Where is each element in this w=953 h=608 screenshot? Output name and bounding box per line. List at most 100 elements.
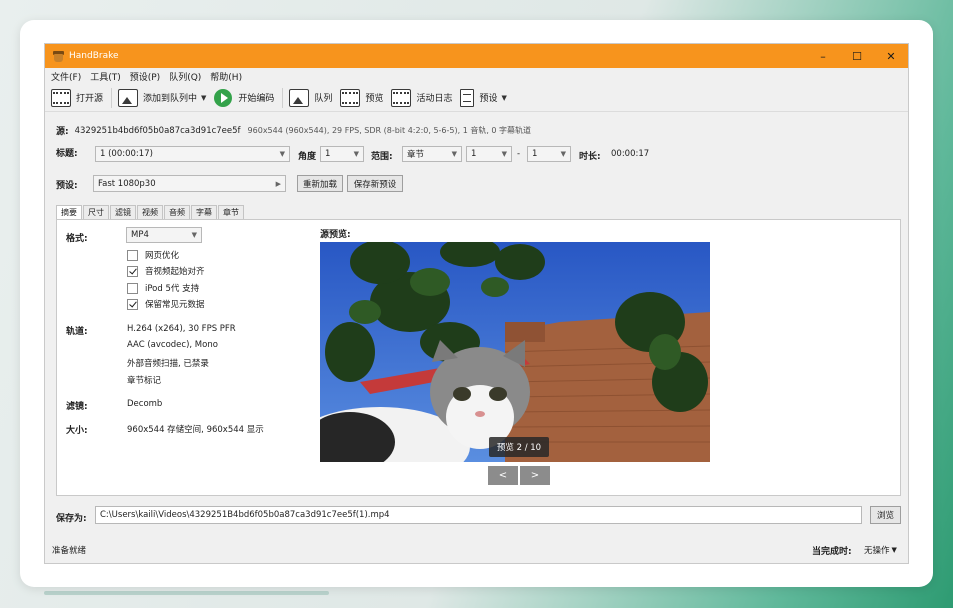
maximize-button[interactable]: ☐ [840, 44, 874, 68]
tab-chapters[interactable]: 章节 [218, 205, 244, 219]
add-queue-icon [118, 88, 139, 107]
menu-help[interactable]: 帮助(H) [210, 70, 242, 83]
tab-audio[interactable]: 音频 [164, 205, 190, 219]
chevron-down-icon: ▼ [560, 150, 566, 158]
duration-value: 00:00:17 [611, 149, 650, 159]
tab-filters[interactable]: 滤镜 [110, 205, 136, 219]
queue-button[interactable]: 队列 [289, 88, 332, 107]
option-web-optimized[interactable]: 网页优化 [127, 249, 179, 261]
size-label: 大小: [66, 426, 88, 436]
preset-select-value: Fast 1080p30 [98, 178, 156, 189]
save-new-preset-button[interactable]: 保存新预设 [347, 175, 403, 192]
add-to-queue-button[interactable]: 添加到队列中 ▼ [118, 88, 206, 107]
angle-select[interactable]: 1 ▼ [320, 146, 364, 162]
preview-film-icon [340, 88, 361, 107]
preview-next-button[interactable]: > [520, 466, 550, 485]
angle-select-value: 1 [325, 149, 331, 159]
toolbar-separator [111, 87, 113, 108]
preset-select[interactable]: Fast 1080p30 ▶ [93, 175, 286, 192]
when-done-dropdown[interactable]: 无操作 ▼ [864, 544, 897, 556]
save-path-value: C:\Users\kaili\Videos\4329251B4bd6f05b0a… [100, 510, 390, 520]
align-av-checkbox[interactable] [127, 265, 138, 277]
browse-button[interactable]: 浏览 [870, 506, 901, 524]
option-align-av[interactable]: 音视频起始对齐 [127, 265, 205, 277]
preview-prev-button[interactable]: < [488, 466, 518, 485]
chevron-down-icon: ▼ [353, 150, 359, 158]
title-select[interactable]: 1 (00:00:17) ▼ [95, 146, 290, 162]
format-select-value: MP4 [131, 230, 149, 240]
preview-button[interactable]: 预览 [340, 88, 383, 107]
format-label: 格式: [66, 234, 88, 244]
title-select-value: 1 (00:00:17) [100, 149, 153, 159]
chevron-down-icon: ▼ [279, 150, 285, 158]
track-chapters: 章节标记 [127, 376, 162, 386]
chevron-down-icon: ▼ [891, 546, 897, 554]
track-audio: AAC (avcodec), Mono [127, 340, 218, 350]
chevron-down-icon[interactable]: ▼ [201, 94, 206, 102]
filters-label: 滤镜: [66, 402, 88, 412]
source-preview-label: 源预览: [320, 230, 351, 240]
filters-value: Decomb [127, 399, 163, 409]
title-row: 标题: [56, 146, 78, 159]
title-bar[interactable]: HandBrake – ☐ ✕ [45, 44, 908, 68]
activity-log-icon [391, 88, 412, 107]
range-start-select[interactable]: 1 ▼ [466, 146, 512, 162]
menu-tools[interactable]: 工具(T) [90, 70, 121, 83]
preview-illustration [320, 242, 710, 462]
option-ipod-support[interactable]: iPod 5代 支持 [127, 282, 199, 294]
range-start-value: 1 [471, 149, 477, 159]
chevron-down-icon: ▼ [501, 93, 507, 102]
close-button[interactable]: ✕ [874, 44, 908, 68]
tab-summary[interactable]: 摘要 [56, 205, 82, 220]
when-done-value: 无操作 [864, 546, 890, 556]
keep-metadata-label: 保留常见元数据 [145, 300, 205, 310]
keep-metadata-checkbox[interactable] [127, 298, 138, 310]
toolbar-separator [282, 87, 284, 108]
menu-queue[interactable]: 队列(Q) [169, 70, 201, 83]
tab-subtitles[interactable]: 字幕 [191, 205, 217, 219]
save-path-input[interactable]: C:\Users\kaili\Videos\4329251B4bd6f05b0a… [95, 506, 862, 524]
minimize-button[interactable]: – [806, 44, 840, 68]
range-end-value: 1 [532, 149, 538, 159]
range-dash: - [517, 149, 521, 159]
reload-preset-button[interactable]: 重新加载 [297, 175, 343, 192]
presets-button[interactable]: 预设 ▼ [460, 88, 507, 107]
chevron-down-icon: ▼ [501, 150, 507, 158]
start-encode-button[interactable]: 开始编码 [214, 88, 274, 107]
queue-icon [289, 88, 310, 107]
align-av-label: 音视频起始对齐 [145, 267, 205, 277]
option-keep-metadata[interactable]: 保留常见元数据 [127, 298, 205, 310]
source-preview-image[interactable] [320, 242, 710, 462]
preset-label: 预设: [56, 181, 78, 191]
range-end-select[interactable]: 1 ▼ [527, 146, 571, 162]
source-name: 4329251b4bd6f05b0a87ca3d91c7ee5f [74, 125, 241, 136]
track-subtitle-scan: 外部音频扫描, 已禁录 [127, 359, 209, 369]
open-source-button[interactable]: 打开源 [51, 88, 103, 107]
activity-log-button[interactable]: 活动日志 [391, 88, 452, 107]
range-type-select[interactable]: 章节 ▼ [402, 146, 462, 162]
menu-file[interactable]: 文件(F) [51, 70, 81, 83]
web-optimized-checkbox[interactable] [127, 249, 138, 261]
size-value: 960x544 存储空间, 960x544 显示 [127, 425, 264, 435]
tab-video[interactable]: 视频 [137, 205, 163, 219]
duration-label: 时长: [579, 152, 601, 162]
track-video: H.264 (x264), 30 FPS PFR [127, 324, 236, 334]
format-select[interactable]: MP4 ▼ [126, 227, 202, 243]
preview-counter: 预览 2 / 10 [489, 437, 549, 457]
status-text: 准备就绪 [52, 546, 87, 556]
range-label: 范围: [371, 152, 393, 162]
play-icon [214, 88, 233, 107]
ipod-support-checkbox[interactable] [127, 282, 138, 294]
chevron-down-icon: ▼ [451, 150, 457, 158]
tab-dimensions[interactable]: 尺寸 [83, 205, 109, 219]
menu-presets[interactable]: 预设(P) [130, 70, 160, 83]
background-accent-line [44, 591, 329, 595]
toolbar: 打开源 添加到队列中 ▼ 开始编码 队列 预览 活动日志 预设 ▼ [45, 84, 908, 112]
ipod-support-label: iPod 5代 支持 [145, 284, 200, 294]
source-row: 源: 4329251b4bd6f05b0a87ca3d91c7ee5f 960x… [56, 124, 531, 138]
film-icon [51, 88, 71, 107]
when-done-label: 当完成时: [812, 547, 852, 557]
save-as-label: 保存为: [56, 514, 87, 524]
window-title: HandBrake [69, 51, 119, 61]
angle-label: 角度 [298, 152, 317, 162]
